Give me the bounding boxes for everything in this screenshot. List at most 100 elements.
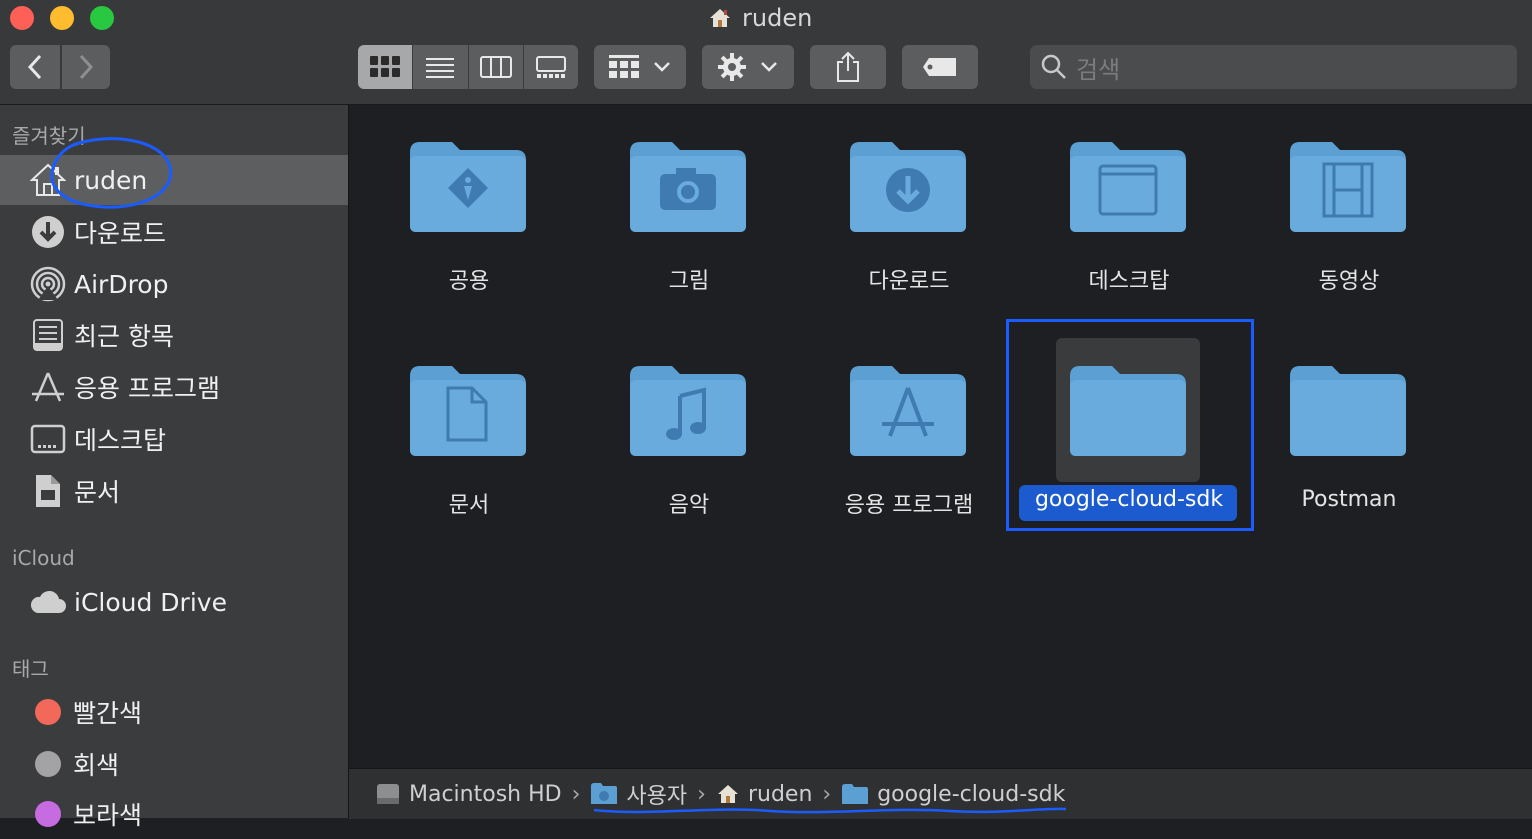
share-icon <box>837 51 859 82</box>
sidebar-tag-gray[interactable]: 회색 <box>0 739 348 789</box>
path-item-label: 사용자 <box>626 784 688 809</box>
search-field[interactable]: 검색 <box>1030 45 1517 89</box>
sidebar-item-label: 최근 항목 <box>74 322 174 351</box>
camera-icon <box>660 168 716 210</box>
sidebar-tag-red[interactable]: 빨간색 <box>0 687 348 737</box>
grid-icon <box>370 56 401 77</box>
sidebar-item-desktop[interactable]: 데스크탑 <box>0 414 348 464</box>
list-icon <box>426 58 455 78</box>
sidebar-item-label: 응용 프로그램 <box>74 374 220 403</box>
sidebar-item-ruden[interactable]: ruden <box>0 155 348 205</box>
gallery-icon <box>535 56 566 78</box>
folder-movies[interactable]: 동영상 <box>1229 105 1409 294</box>
tags-button[interactable] <box>902 45 978 89</box>
tag-icon <box>923 58 956 76</box>
path-separator: › <box>822 781 832 807</box>
sidebar-item-label: 빨간색 <box>73 699 143 728</box>
action-menu-button[interactable] <box>702 45 794 89</box>
sidebar-item-downloads[interactable]: 다운로드 <box>0 207 348 257</box>
path-item-ruden[interactable]: ruden <box>716 782 812 807</box>
column-view-button[interactable] <box>468 45 524 89</box>
back-button[interactable] <box>10 45 60 89</box>
search-icon <box>1041 54 1066 79</box>
folder-pictures[interactable]: 그림 <box>569 105 749 294</box>
zoom-window-button[interactable] <box>90 6 114 30</box>
sidebar-item-label: iCloud Drive <box>74 587 227 617</box>
folder-downloads[interactable]: 다운로드 <box>789 105 969 294</box>
chevron-right-icon <box>79 54 94 80</box>
airdrop-icon <box>29 265 67 303</box>
sidebar-item-label: 회색 <box>73 751 120 780</box>
path-item-label: ruden <box>747 781 813 807</box>
folder-applications[interactable]: 응용 프로그램 <box>789 329 973 518</box>
sidebar-item-documents[interactable]: 문서 <box>0 466 348 516</box>
tag-red-dot <box>35 699 61 725</box>
title-bar: ruden 검색 <box>0 0 1532 105</box>
home-icon <box>710 9 730 27</box>
folder-postman[interactable]: Postman <box>1229 329 1409 512</box>
sidebar-item-applications[interactable]: 응용 프로그램 <box>0 362 348 412</box>
favorites-header: 즐겨찾기 <box>12 124 86 148</box>
folder-label: 그림 <box>668 269 710 294</box>
download-icon <box>886 168 930 212</box>
close-window-button[interactable] <box>10 6 34 30</box>
folder-label: 동영상 <box>1318 269 1380 294</box>
sidebar-item-icloud-drive[interactable]: iCloud Drive <box>0 577 348 627</box>
sidebar-item-label: AirDrop <box>74 269 169 299</box>
folder-icon <box>850 142 966 232</box>
home-icon <box>717 785 738 803</box>
folder-label: 공용 <box>448 269 490 294</box>
sidebar-item-recents[interactable]: 최근 항목 <box>0 310 348 360</box>
document-icon <box>29 472 67 510</box>
folder-icon <box>410 366 526 456</box>
folder-public[interactable]: 공용 <box>349 105 529 294</box>
icon-view-button[interactable] <box>358 45 414 89</box>
group-by-button[interactable] <box>594 45 686 89</box>
folder-label: Postman <box>1301 487 1397 512</box>
tag-gray-dot <box>35 751 61 777</box>
folder-icon <box>850 366 966 456</box>
minimize-window-button[interactable] <box>50 6 74 30</box>
tags-header: 태그 <box>12 657 49 681</box>
list-view-button[interactable] <box>413 45 469 89</box>
path-item-users[interactable]: 사용자 <box>590 778 687 810</box>
sidebar-item-label: 데스크탑 <box>74 426 167 455</box>
folder-icon <box>1070 142 1186 232</box>
folder-desktop[interactable]: 데스크탑 <box>1009 105 1189 294</box>
hard-drive-icon <box>377 784 399 804</box>
folder-icon <box>1290 142 1406 232</box>
gear-icon <box>718 53 746 81</box>
sidebar: 즐겨찾기 ruden 다운로드 AirDrop 최근 항목 응용 프로그램 데스… <box>0 105 349 830</box>
share-button[interactable] <box>810 45 886 89</box>
tag-purple-dot <box>35 801 61 827</box>
desktop-icon <box>29 420 67 458</box>
path-item-label: google-cloud-sdk <box>877 781 1066 807</box>
sidebar-item-label: 보라색 <box>73 801 143 830</box>
path-bar: Macintosh HD › 사용자 › ruden › google-clou… <box>349 768 1532 819</box>
folder-music[interactable]: 음악 <box>569 329 749 518</box>
folder-documents[interactable]: 문서 <box>349 329 529 518</box>
folder-icon <box>630 142 746 232</box>
gallery-view-button[interactable] <box>523 45 578 89</box>
path-item-macintosh-hd[interactable]: Macintosh HD <box>375 781 562 807</box>
users-folder-icon <box>591 783 618 804</box>
folder-label: 응용 프로그램 <box>844 493 974 518</box>
path-item-google-cloud-sdk[interactable]: google-cloud-sdk <box>841 782 1065 807</box>
sidebar-tag-purple[interactable]: 보라색 <box>0 789 348 839</box>
icloud-header: iCloud <box>12 546 75 570</box>
applications-icon <box>29 368 67 406</box>
home-icon <box>29 161 67 199</box>
group-grid-icon <box>609 55 639 78</box>
folder-label: 음악 <box>668 493 710 518</box>
sidebar-item-label: ruden <box>74 165 148 195</box>
forward-button[interactable] <box>62 45 110 89</box>
folder-icon <box>630 366 746 456</box>
chevron-down-icon <box>654 62 670 72</box>
sidebar-item-label: 다운로드 <box>74 219 167 248</box>
sidebar-item-airdrop[interactable]: AirDrop <box>0 259 348 309</box>
folder-label: google-cloud-sdk <box>1034 487 1224 512</box>
folder-icon <box>1070 366 1186 456</box>
folder-label: 데스크탑 <box>1088 269 1170 294</box>
path-separator: › <box>697 781 706 807</box>
folder-google-cloud-sdk[interactable]: google-cloud-sdk <box>1009 329 1223 512</box>
